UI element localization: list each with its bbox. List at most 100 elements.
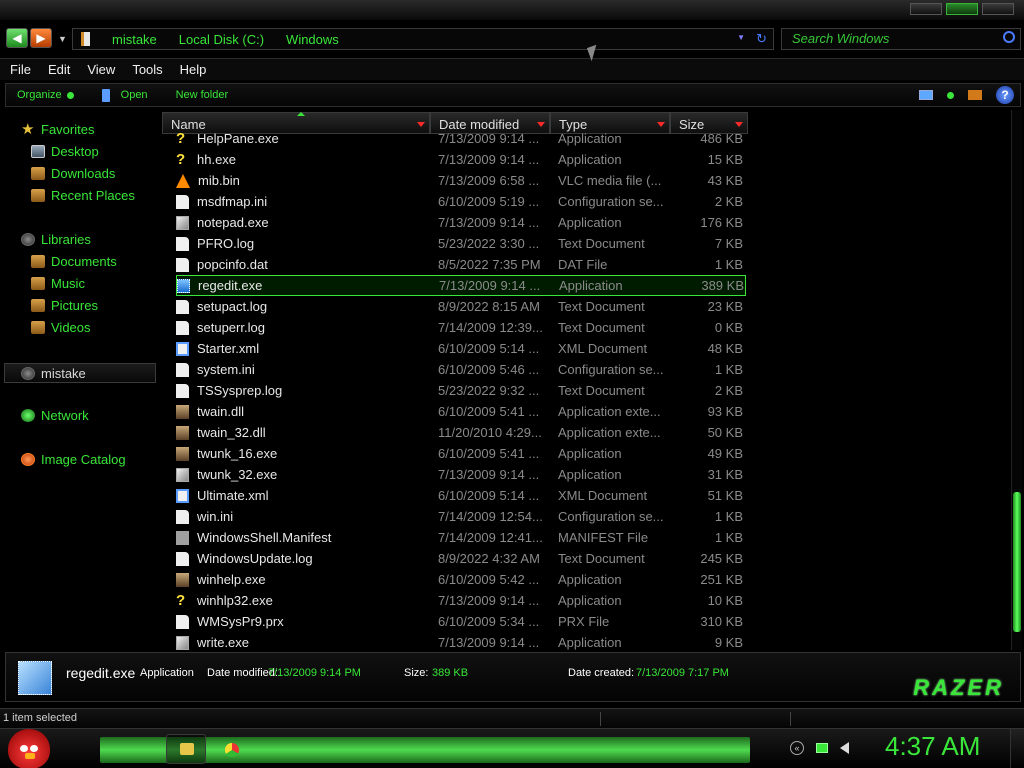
file-type: Application xyxy=(558,593,622,608)
nav-videos[interactable]: Videos xyxy=(31,320,91,335)
open-button[interactable]: Open xyxy=(101,88,148,102)
forward-button[interactable]: ▶ xyxy=(30,28,52,48)
explorer-icon xyxy=(180,743,194,755)
menu-view[interactable]: View xyxy=(87,62,115,77)
file-row[interactable]: write.exe 7/13/2009 9:14 ... Application 9 … xyxy=(176,632,946,650)
refresh-icon[interactable]: ↻ xyxy=(756,31,767,47)
nav-videos-label: Videos xyxy=(51,320,91,335)
file-row[interactable]: twunk_32.exe 7/13/2009 9:14 ... Applicatio… xyxy=(176,464,946,485)
breadcrumb-windows[interactable]: Windows xyxy=(286,32,339,47)
details-date-modified: 7/13/2009 9:14 PM xyxy=(268,667,361,679)
file-name-cell: regedit.exe xyxy=(177,278,439,293)
file-row[interactable]: ? hh.exe 7/13/2009 9:14 ... Application 15 K… xyxy=(176,149,946,170)
window-controls xyxy=(910,3,1014,15)
column-size-dropdown-icon[interactable] xyxy=(735,122,743,127)
nav-homegroup-user[interactable]: mistake xyxy=(4,363,156,383)
file-row[interactable]: ? HelpPane.exe 7/13/2009 9:14 ... Applicati… xyxy=(176,128,946,149)
preview-pane-icon[interactable] xyxy=(968,90,982,100)
maximize-button[interactable] xyxy=(946,3,978,15)
breadcrumb-local-disk[interactable]: Local Disk (C:) xyxy=(179,32,264,47)
nav-libraries[interactable]: Libraries xyxy=(21,232,91,247)
nav-recent-places-label: Recent Places xyxy=(51,188,135,203)
file-row[interactable]: regedit.exe 7/13/2009 9:14 ... Application… xyxy=(176,275,746,296)
view-options-icon[interactable] xyxy=(947,91,954,99)
recent-pages-dropdown[interactable]: ▼ xyxy=(58,34,67,44)
file-row[interactable]: win.ini 7/14/2009 12:54... Configuration s… xyxy=(176,506,946,527)
taskbar-explorer-button[interactable] xyxy=(166,734,206,764)
angry-bird-beak-icon xyxy=(25,753,35,759)
close-button[interactable] xyxy=(982,3,1014,15)
organize-button[interactable]: Organize xyxy=(17,89,74,101)
breadcrumb-mistake[interactable]: mistake xyxy=(112,32,157,47)
vertical-scrollbar[interactable] xyxy=(1011,110,1022,650)
clock[interactable]: 4:37 AM xyxy=(885,731,980,762)
file-size: 48 KB xyxy=(707,341,743,356)
file-name: notepad.exe xyxy=(197,215,269,230)
nav-documents[interactable]: Documents xyxy=(31,254,117,269)
change-view-icon[interactable] xyxy=(919,90,933,100)
file-row[interactable]: winhelp.exe 6/10/2009 5:42 ... Application… xyxy=(176,569,946,590)
file-row[interactable]: system.ini 6/10/2009 5:46 ... Configuratio… xyxy=(176,359,946,380)
config-file-icon xyxy=(176,509,189,524)
volume-icon[interactable] xyxy=(840,742,849,754)
address-bar[interactable]: mistake Local Disk (C:) Windows ▼ ↻ xyxy=(72,28,774,50)
details-pane: regedit.exe Application Date modified: 7… xyxy=(5,652,1021,702)
file-row[interactable]: PFRO.log 5/23/2022 3:30 ... Text Document 7… xyxy=(176,233,946,254)
minimize-button[interactable] xyxy=(910,3,942,15)
column-type-dropdown-icon[interactable] xyxy=(657,122,665,127)
regedit-icon xyxy=(177,278,190,293)
column-name-dropdown-icon[interactable] xyxy=(417,122,425,127)
file-row[interactable]: msdfmap.ini 6/10/2009 5:19 ... Configurati… xyxy=(176,191,946,212)
search-input[interactable]: Search Windows xyxy=(781,28,1021,50)
menu-tools[interactable]: Tools xyxy=(132,62,162,77)
column-date-dropdown-icon[interactable] xyxy=(537,122,545,127)
show-desktop-button[interactable] xyxy=(1010,729,1024,768)
search-icon[interactable] xyxy=(1003,31,1015,43)
nav-image-catalog[interactable]: Image Catalog xyxy=(21,452,126,467)
file-row[interactable]: Starter.xml 6/10/2009 5:14 ... XML Documen… xyxy=(176,338,946,359)
file-row[interactable]: twain_32.dll 11/20/2010 4:29... Applicatio… xyxy=(176,422,946,443)
file-row[interactable]: WMSysPr9.prx 6/10/2009 5:34 ... PRX File 31… xyxy=(176,611,946,632)
file-row[interactable]: twunk_16.exe 6/10/2009 5:41 ... Applicatio… xyxy=(176,443,946,464)
menu-edit[interactable]: Edit xyxy=(48,62,70,77)
file-row[interactable]: WindowsUpdate.log 8/9/2022 4:32 AM Text Do… xyxy=(176,548,946,569)
file-row[interactable]: popcinfo.dat 8/5/2022 7:35 PM DAT File 1 KB xyxy=(176,254,946,275)
file-row[interactable]: TSSysprep.log 5/23/2022 9:32 ... Text Docu… xyxy=(176,380,946,401)
show-hidden-icons-icon[interactable]: « xyxy=(790,741,804,755)
file-size: 0 KB xyxy=(714,320,743,335)
file-row[interactable]: notepad.exe 7/13/2009 9:14 ... Application… xyxy=(176,212,946,233)
file-type: Application exte... xyxy=(558,425,661,440)
nav-network[interactable]: Network xyxy=(21,408,89,423)
nav-network-label: Network xyxy=(41,408,89,423)
taskbar: « 4:37 AM xyxy=(0,728,1024,768)
file-row[interactable]: WindowsShell.Manifest 7/14/2009 12:41... M… xyxy=(176,527,946,548)
nav-music[interactable]: Music xyxy=(31,276,85,291)
taskbar-chrome-button[interactable] xyxy=(214,734,254,764)
file-row[interactable]: ? winhlp32.exe 7/13/2009 9:14 ... Applicati… xyxy=(176,590,946,611)
file-name: setuperr.log xyxy=(197,320,265,335)
back-button[interactable]: ◀ xyxy=(6,28,28,48)
file-row[interactable]: twain.dll 6/10/2009 5:41 ... Application e… xyxy=(176,401,946,422)
nav-desktop[interactable]: Desktop xyxy=(31,144,99,159)
nav-downloads[interactable]: Downloads xyxy=(31,166,115,181)
new-folder-button[interactable]: New folder xyxy=(176,89,229,101)
address-dropdown-icon[interactable]: ▼ xyxy=(737,33,745,42)
file-row[interactable]: mib.bin 7/13/2009 6:58 ... VLC media file … xyxy=(176,170,946,191)
help-icon[interactable]: ? xyxy=(996,86,1014,104)
nav-pictures[interactable]: Pictures xyxy=(31,298,98,313)
angry-bird-eye-icon xyxy=(20,745,28,752)
nav-recent-places[interactable]: Recent Places xyxy=(31,188,135,203)
file-name-cell: WindowsShell.Manifest xyxy=(176,530,438,545)
file-type: Configuration se... xyxy=(558,194,664,209)
file-type: Text Document xyxy=(558,551,645,566)
nav-favorites[interactable]: ★ Favorites xyxy=(21,122,94,137)
file-date-modified: 8/9/2022 4:32 AM xyxy=(438,551,540,566)
network-tray-icon[interactable] xyxy=(816,743,828,753)
file-row[interactable]: setuperr.log 7/14/2009 12:39... Text Docum… xyxy=(176,317,946,338)
scrollbar-thumb[interactable] xyxy=(1013,492,1021,632)
menu-help[interactable]: Help xyxy=(180,62,207,77)
menu-file[interactable]: File xyxy=(10,62,31,77)
file-row[interactable]: setupact.log 8/9/2022 8:15 AM Text Documen… xyxy=(176,296,946,317)
file-row[interactable]: Ultimate.xml 6/10/2009 5:14 ... XML Docume… xyxy=(176,485,946,506)
start-button[interactable] xyxy=(8,729,50,768)
